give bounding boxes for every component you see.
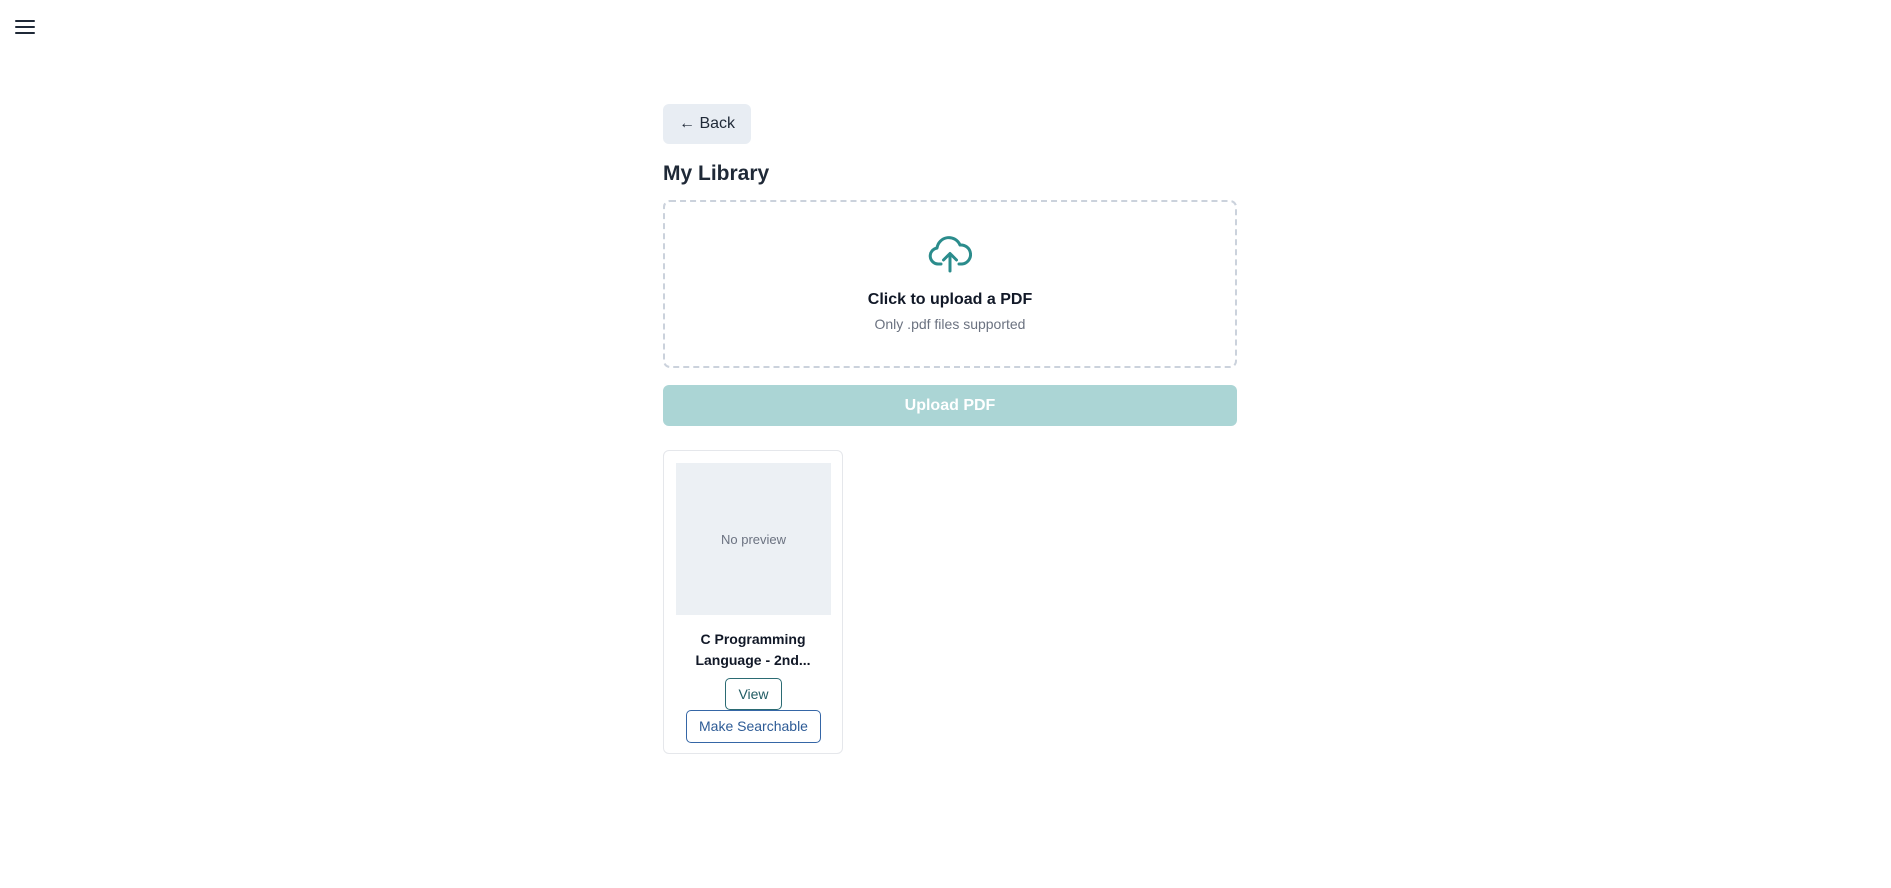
- upload-pdf-button[interactable]: Upload PDF: [663, 385, 1237, 426]
- library-page: ← Back My Library Click to upload a PDF …: [663, 104, 1237, 754]
- upload-prompt: Click to upload a PDF: [867, 291, 1033, 308]
- upload-hint: Only .pdf files supported: [874, 316, 1026, 332]
- hamburger-menu-icon[interactable]: [13, 17, 37, 37]
- pdf-dropzone[interactable]: Click to upload a PDF Only .pdf files su…: [663, 200, 1237, 368]
- pdf-preview-placeholder: No preview: [676, 463, 831, 615]
- library-grid: No preview C Programming Language - 2nd.…: [663, 450, 1237, 754]
- page-title: My Library: [663, 162, 770, 185]
- make-searchable-button[interactable]: Make Searchable: [686, 710, 821, 743]
- view-button[interactable]: View: [725, 678, 782, 710]
- back-button[interactable]: ← Back: [663, 104, 752, 144]
- document-title: C Programming Language - 2nd...: [695, 631, 811, 668]
- library-card: No preview C Programming Language - 2nd.…: [663, 450, 843, 754]
- cloud-upload-icon: [928, 236, 972, 273]
- no-preview-label: No preview: [720, 531, 787, 547]
